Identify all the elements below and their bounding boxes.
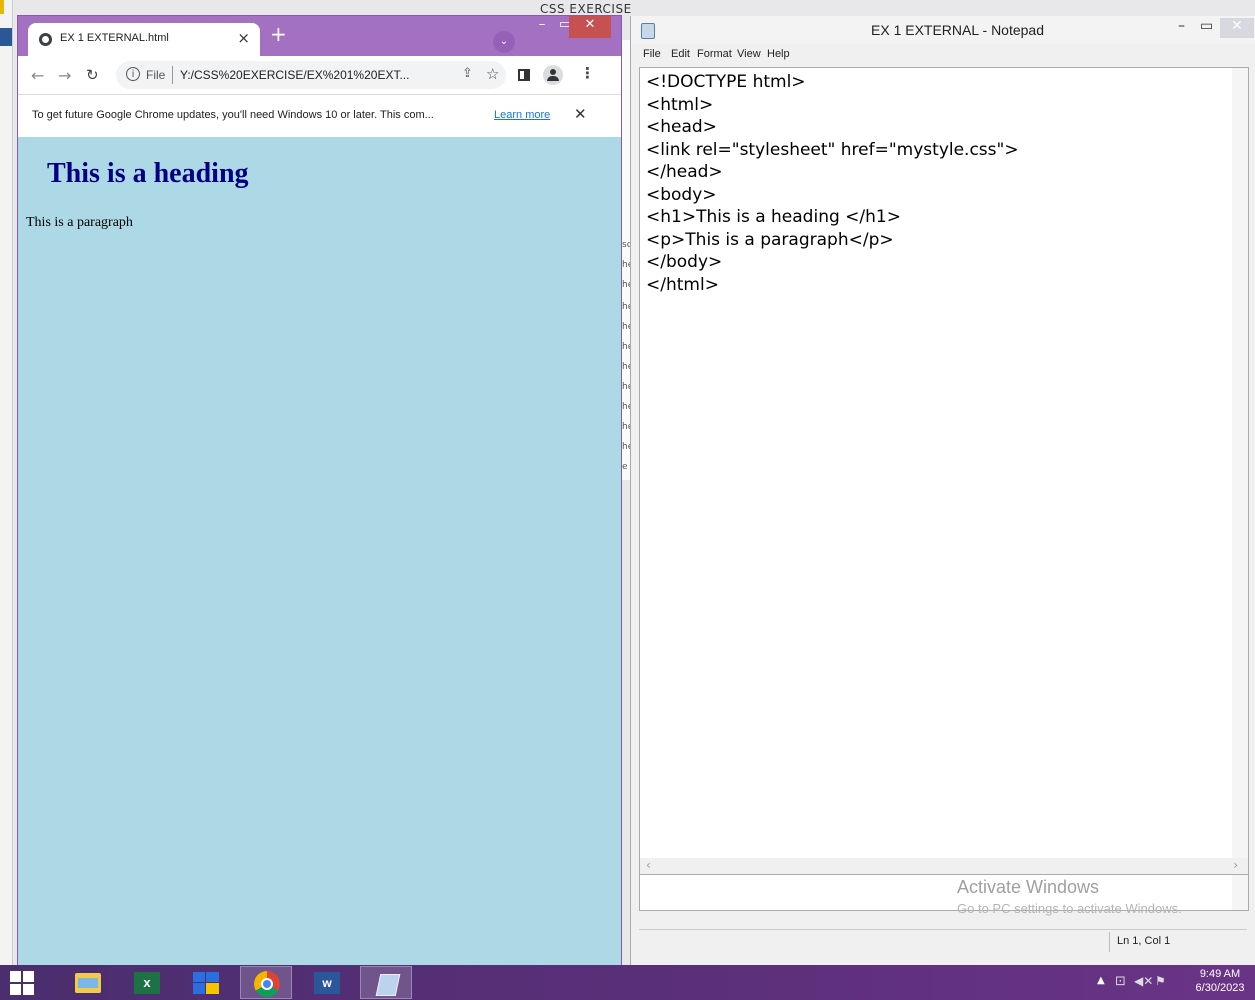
menu-help[interactable]: Help xyxy=(767,48,790,60)
taskbar-powerpoint[interactable] xyxy=(180,966,232,999)
infobar-message: To get future Google Chrome updates, you… xyxy=(32,109,434,121)
word-icon: w xyxy=(314,972,340,994)
menu-file[interactable]: File xyxy=(643,48,661,60)
notepad-titlebar: EX 1 EXTERNAL - Notepad – ▭ ✕ xyxy=(631,16,1255,44)
url-text[interactable]: Y:/CSS%20EXERCISE/EX%201%20EXT... xyxy=(180,68,409,82)
clock-date: 6/30/2023 xyxy=(1195,982,1245,994)
browser-tab[interactable]: EX 1 EXTERNAL.html × xyxy=(28,23,260,56)
notepad-close-button[interactable]: ✕ xyxy=(1220,18,1254,38)
bookmark-star-icon[interactable]: ☆ xyxy=(486,65,499,83)
notepad-title: EX 1 EXTERNAL - Notepad xyxy=(871,22,1045,38)
notepad-window: EX 1 EXTERNAL - Notepad – ▭ ✕ File Edit … xyxy=(630,16,1255,965)
notepad-maximize-button[interactable]: ▭ xyxy=(1200,18,1213,34)
tab-title: EX 1 EXTERNAL.html xyxy=(60,32,169,44)
browser-toolbar: ← → ↻ i File Y:/CSS%20EXERCISE/EX%201%20… xyxy=(18,56,621,94)
show-hidden-icons-icon[interactable]: ▲ xyxy=(1097,975,1105,986)
background-window-edge xyxy=(0,0,13,965)
side-panel-icon[interactable] xyxy=(518,69,530,81)
taskbar-excel[interactable]: x xyxy=(121,966,173,999)
horizontal-scrollbar[interactable]: ‹ › xyxy=(639,858,1249,875)
network-icon[interactable]: ⊡ xyxy=(1115,974,1126,989)
chrome-icon xyxy=(254,971,280,997)
notepad-icon xyxy=(374,972,400,996)
background-window-title: CSS EXERCISE xyxy=(540,2,632,16)
vertical-scrollbar[interactable] xyxy=(1232,68,1248,910)
page-paragraph: This is a paragraph xyxy=(26,215,133,230)
forward-button[interactable]: → xyxy=(58,66,71,85)
background-ribbon xyxy=(0,28,12,46)
notepad-content[interactable]: <!DOCTYPE html> <html> <head> <link rel=… xyxy=(646,71,1019,296)
update-infobar: To get future Google Chrome updates, you… xyxy=(18,94,621,138)
menu-format[interactable]: Format xyxy=(697,48,732,60)
menu-view[interactable]: View xyxy=(737,48,761,60)
background-folder-icon xyxy=(0,0,4,14)
profile-avatar-icon[interactable] xyxy=(543,65,563,85)
powerpoint-icon xyxy=(193,972,219,994)
volume-muted-icon[interactable]: ◀✕ xyxy=(1134,974,1153,988)
url-scheme-label: File xyxy=(146,68,166,82)
taskbar: x w ▲ ⊡ ◀✕ ⚑ 9:49 AM 6/30/2023 xyxy=(0,965,1255,1000)
tab-close-button[interactable]: × xyxy=(237,29,250,47)
tab-search-button[interactable]: ⌄ xyxy=(493,31,515,53)
notepad-statusbar: Ln 1, Col 1 xyxy=(639,929,1247,954)
notepad-minimize-button[interactable]: – xyxy=(1178,18,1185,34)
activate-windows-watermark: Activate Windows Go to PC settings to ac… xyxy=(957,877,1182,916)
learn-more-link[interactable]: Learn more xyxy=(494,109,550,121)
taskbar-clock[interactable]: 9:49 AM 6/30/2023 xyxy=(1190,968,1250,994)
page-viewport: This is a heading This is a paragraph xyxy=(18,137,621,974)
minimize-button[interactable]: – xyxy=(532,16,552,38)
chrome-menu-icon[interactable]: ⋮ xyxy=(580,64,595,82)
taskbar-notepad[interactable] xyxy=(360,966,412,999)
file-explorer-icon xyxy=(75,973,101,993)
watermark-title: Activate Windows xyxy=(957,877,1100,897)
start-button[interactable] xyxy=(0,966,52,999)
taskbar-word[interactable]: w xyxy=(301,966,353,999)
watermark-subtitle: Go to PC settings to activate Windows. xyxy=(957,901,1182,916)
share-icon[interactable]: ⇪ xyxy=(462,66,473,81)
reload-button[interactable]: ↻ xyxy=(86,66,99,84)
windows-logo-icon xyxy=(10,971,34,995)
notepad-app-icon xyxy=(641,23,655,39)
notepad-text-area[interactable]: <!DOCTYPE html> <html> <head> <link rel=… xyxy=(639,67,1249,911)
cursor-position: Ln 1, Col 1 xyxy=(1117,935,1171,947)
infobar-close-button[interactable]: ✕ xyxy=(574,105,587,123)
notepad-menubar: File Edit Format View Help xyxy=(631,46,1255,64)
scroll-left-icon[interactable]: ‹ xyxy=(646,858,651,872)
status-divider xyxy=(1109,932,1110,952)
globe-icon xyxy=(39,33,52,46)
back-button[interactable]: ← xyxy=(31,66,44,85)
address-bar[interactable]: i File Y:/CSS%20EXERCISE/EX%201%20EXT...… xyxy=(116,61,506,89)
site-info-icon[interactable]: i xyxy=(126,67,140,81)
page-heading: This is a heading xyxy=(47,158,249,189)
close-window-button[interactable]: ✕ xyxy=(569,16,611,38)
new-tab-button[interactable]: + xyxy=(270,24,287,44)
action-center-flag-icon[interactable]: ⚑ xyxy=(1155,974,1166,988)
chrome-window: EX 1 EXTERNAL.html × + ⌄ – ▭ ✕ ← → ↻ i F… xyxy=(18,16,621,974)
url-separator xyxy=(172,66,173,84)
clock-time: 9:49 AM xyxy=(1199,968,1241,980)
excel-icon: x xyxy=(134,972,160,994)
taskbar-file-explorer[interactable] xyxy=(62,966,114,999)
menu-edit[interactable]: Edit xyxy=(671,48,690,60)
scroll-right-icon[interactable]: › xyxy=(1233,858,1238,872)
taskbar-chrome[interactable] xyxy=(240,966,292,999)
